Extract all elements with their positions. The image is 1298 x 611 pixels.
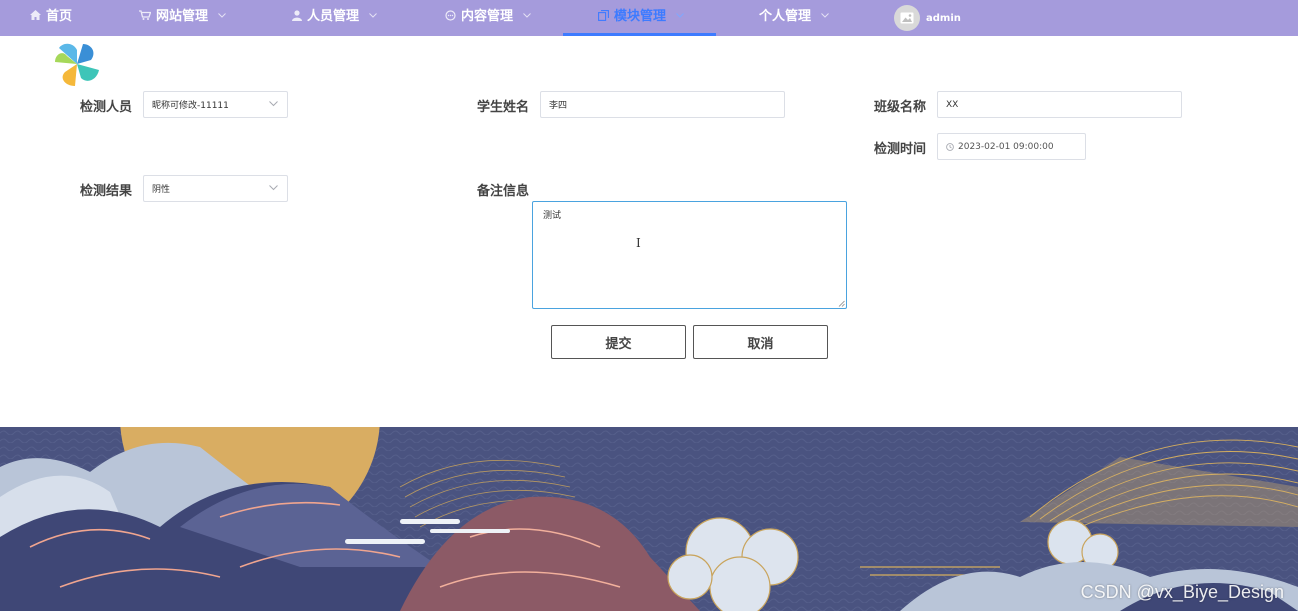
inspector-value: 昵称可修改-11111 <box>152 101 229 111</box>
clock-icon <box>946 142 954 151</box>
image-icon <box>900 12 914 24</box>
nav-item-home[interactable]: 首页 <box>30 0 72 36</box>
nav-label: 网站管理 <box>156 9 209 24</box>
cart-icon <box>139 10 151 20</box>
chevron-down-icon <box>675 12 684 18</box>
landscape-banner: CSDN @vx_Biye_Design <box>0 427 1298 611</box>
top-nav: 首页 网站管理 人员管理 内容管理 模块管理 个人管理 admin <box>0 0 1298 36</box>
pinwheel-logo <box>55 43 99 86</box>
chat-icon <box>445 9 456 21</box>
chevron-down-icon <box>522 12 531 18</box>
class-name-value: XX <box>946 99 959 110</box>
nav-label: 模块管理 <box>614 9 667 24</box>
remark-textarea[interactable]: 测试 <box>532 201 847 309</box>
avatar <box>894 5 920 31</box>
nav-label: 个人管理 <box>759 9 812 24</box>
student-name-input[interactable]: 李四 <box>540 91 785 118</box>
text-cursor-icon: I <box>636 236 641 250</box>
inspection-time-value: 2023-02-01 09:00:00 <box>958 141 1054 152</box>
inspection-time-picker[interactable]: 2023-02-01 09:00:00 <box>937 133 1086 160</box>
class-name-input[interactable]: XX <box>937 91 1182 118</box>
home-icon <box>30 10 41 20</box>
nav-item-content[interactable]: 内容管理 <box>445 0 531 36</box>
submit-button[interactable]: 提交 <box>551 325 686 359</box>
nav-label: 人员管理 <box>307 9 360 24</box>
nav-item-personnel[interactable]: 人员管理 <box>292 0 377 36</box>
inspector-label: 检测人员 <box>80 100 133 115</box>
student-name-label: 学生姓名 <box>477 100 530 115</box>
result-select[interactable]: 阴性 <box>143 175 288 202</box>
username: admin <box>926 12 961 24</box>
copy-icon <box>598 9 609 21</box>
remark-label: 备注信息 <box>477 184 530 199</box>
cancel-button[interactable]: 取消 <box>693 325 828 359</box>
resize-handle-icon[interactable] <box>838 300 845 307</box>
nav-label: 首页 <box>46 9 73 24</box>
chevron-down-icon <box>368 12 377 18</box>
active-tab-indicator <box>563 33 716 36</box>
nav-label: 内容管理 <box>461 9 514 24</box>
class-name-label: 班级名称 <box>874 100 927 115</box>
chevron-down-icon <box>217 12 226 18</box>
nav-item-website[interactable]: 网站管理 <box>139 0 226 36</box>
chevron-down-icon <box>269 184 278 190</box>
result-value: 阴性 <box>152 185 171 195</box>
watermark: CSDN @vx_Biye_Design <box>1080 582 1284 602</box>
remark-value: 测试 <box>543 211 562 221</box>
nav-item-modules[interactable]: 模块管理 <box>598 0 684 36</box>
student-name-value: 李四 <box>549 101 568 111</box>
inspection-time-label: 检测时间 <box>874 142 927 157</box>
user-menu[interactable]: admin <box>894 4 961 32</box>
user-icon <box>292 9 302 21</box>
result-label: 检测结果 <box>80 184 133 199</box>
inspector-select[interactable]: 昵称可修改-11111 <box>143 91 288 118</box>
nav-item-personal[interactable]: 个人管理 <box>759 0 829 36</box>
chevron-down-icon <box>269 100 278 106</box>
chevron-down-icon <box>820 12 829 18</box>
